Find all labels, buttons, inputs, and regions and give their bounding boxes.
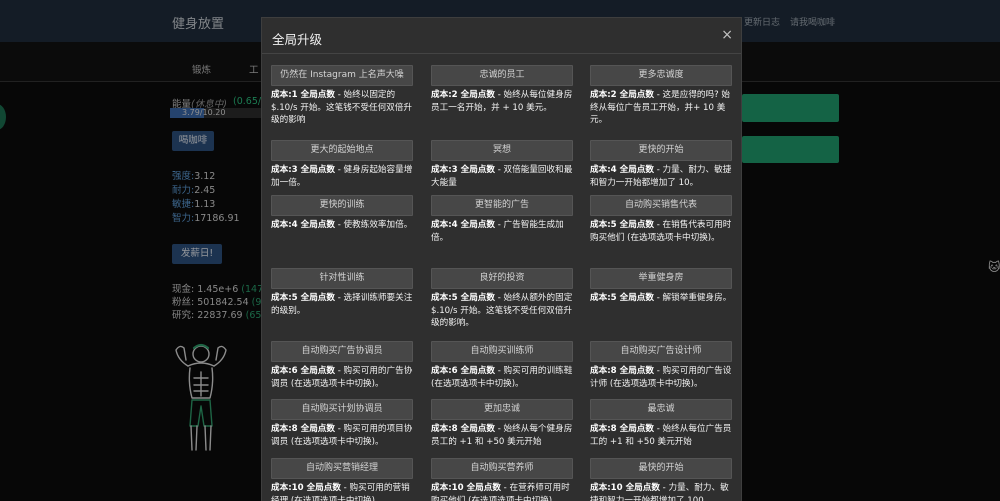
upgrade-description: 成本:6 全局点数 - 购买可用的广告协调员 (在选项选项卡中切换)。	[271, 365, 413, 390]
upgrade-card: 自动购买广告设计师成本:8 全局点数 - 购买可用的广告设计师 (在选项选项卡中…	[590, 341, 732, 390]
upgrade-cost: 成本:3 全局点数	[271, 165, 335, 175]
upgrade-description: 成本:10 全局点数 - 力量、耐力、敏捷和智力一开始都增加了 100。	[590, 482, 732, 501]
upgrade-description: 成本:4 全局点数 - 使教练效率加倍。	[271, 219, 413, 232]
global-upgrades-modal: 全局升级 × 仍然在 Instagram 上名声大噪成本:1 全局点数 - 始终…	[261, 17, 742, 501]
upgrade-cost: 成本:8 全局点数	[431, 424, 495, 434]
upgrade-description: 成本:4 全局点数 - 广告智能生成加倍。	[431, 219, 573, 244]
upgrade-buy-button[interactable]: 自动购买销售代表	[590, 195, 732, 216]
upgrade-cost: 成本:1 全局点数	[271, 90, 335, 100]
upgrade-effect-text: - 使教练效率加倍。	[334, 220, 413, 230]
upgrade-description: 成本:1 全局点数 - 始终以固定的 $.10/s 开始。这笔钱不受任何双倍升级…	[271, 89, 413, 127]
upgrade-card: 更快的开始成本:4 全局点数 - 力量、耐力、敏捷和智力一开始都增加了 10。	[590, 140, 732, 189]
upgrade-buy-button[interactable]: 忠诚的员工	[431, 65, 573, 86]
upgrade-buy-button[interactable]: 最快的开始	[590, 458, 732, 479]
upgrade-card: 忠诚的员工成本:2 全局点数 - 始终从每位健身房员工一名开始，并 + 10 美…	[431, 65, 573, 114]
upgrade-cost: 成本:2 全局点数	[431, 90, 495, 100]
upgrade-cost: 成本:4 全局点数	[431, 220, 495, 230]
upgrade-cost: 成本:8 全局点数	[590, 366, 654, 376]
upgrade-buy-button[interactable]: 更快的开始	[590, 140, 732, 161]
upgrade-buy-button[interactable]: 更智能的广告	[431, 195, 573, 216]
upgrade-description: 成本:8 全局点数 - 始终从每位广告员工的 +1 和 +50 美元开始	[590, 423, 732, 448]
upgrade-card: 自动购买营销经理 成本:10 全局点数 - 购买可用的营销经理 (在选项选项卡中切…	[271, 458, 413, 501]
upgrade-description: 成本:8 全局点数 - 购买可用的广告设计师 (在选项选项卡中切换)。	[590, 365, 732, 390]
upgrade-card: 针对性训练成本:5 全局点数 - 选择训练师要关注的级别。	[271, 268, 413, 317]
upgrade-buy-button[interactable]: 自动购买训练师	[431, 341, 573, 362]
upgrade-buy-button[interactable]: 最忠诚	[590, 399, 732, 420]
modal-title: 全局升级	[272, 32, 323, 47]
upgrade-card: 冥想成本:3 全局点数 - 双倍能量回收和最大能量	[431, 140, 573, 189]
upgrade-cost: 成本:5 全局点数	[590, 293, 654, 303]
upgrade-description: 成本:6 全局点数 - 购买可用的训练鞋 (在选项选项卡中切换)。	[431, 365, 573, 390]
upgrade-description: 成本:10 全局点数 - 购买可用的营销经理 (在选项选项卡中切换)。	[271, 482, 413, 501]
upgrade-buy-button[interactable]: 更加忠诚	[431, 399, 573, 420]
upgrade-cost: 成本:4 全局点数	[271, 220, 335, 230]
upgrade-description: 成本:2 全局点数 - 这是应得的吗? 始终从每位广告员工开始，并+ 10 美元…	[590, 89, 732, 127]
upgrade-card: 最快的开始成本:10 全局点数 - 力量、耐力、敏捷和智力一开始都增加了 100…	[590, 458, 732, 501]
upgrade-buy-button[interactable]: 自动购买营养师	[431, 458, 573, 479]
upgrade-description: 成本:5 全局点数 - 解锁举重健身房。	[590, 292, 732, 305]
upgrade-card: 举重健身房成本:5 全局点数 - 解锁举重健身房。	[590, 268, 732, 305]
upgrade-description: 成本:2 全局点数 - 始终从每位健身房员工一名开始，并 + 10 美元。	[431, 89, 573, 114]
upgrade-cost: 成本:5 全局点数	[590, 220, 654, 230]
upgrade-description: 成本:5 全局点数 - 始终从额外的固定 $.10/s 开始。这笔钱不受任何双倍…	[431, 292, 573, 330]
upgrade-cost: 成本:10 全局点数	[590, 483, 660, 493]
upgrade-buy-button[interactable]: 自动购买计划协调员	[271, 399, 413, 420]
upgrade-card: 仍然在 Instagram 上名声大噪成本:1 全局点数 - 始终以固定的 $.…	[271, 65, 413, 127]
upgrade-buy-button[interactable]: 自动购买广告设计师	[590, 341, 732, 362]
upgrade-cost: 成本:8 全局点数	[590, 424, 654, 434]
upgrade-buy-button[interactable]: 更快的训练	[271, 195, 413, 216]
upgrade-description: 成本:8 全局点数 - 始终从每个健身房员工的 +1 和 +50 美元开始	[431, 423, 573, 448]
upgrade-buy-button[interactable]: 更大的起始地点	[271, 140, 413, 161]
upgrade-card: 更加忠诚成本:8 全局点数 - 始终从每个健身房员工的 +1 和 +50 美元开…	[431, 399, 573, 448]
upgrade-card: 更智能的广告成本:4 全局点数 - 广告智能生成加倍。	[431, 195, 573, 244]
close-icon[interactable]: ×	[721, 27, 733, 43]
upgrade-description: 成本:3 全局点数 - 双倍能量回收和最大能量	[431, 164, 573, 189]
upgrade-buy-button[interactable]: 冥想	[431, 140, 573, 161]
upgrade-card: 更大的起始地点成本:3 全局点数 - 健身房起始容量增加一倍。	[271, 140, 413, 189]
upgrade-card: 最忠诚成本:8 全局点数 - 始终从每位广告员工的 +1 和 +50 美元开始	[590, 399, 732, 448]
upgrade-card: 自动购买计划协调员成本:8 全局点数 - 购买可用的项目协调员 (在选项选项卡中…	[271, 399, 413, 448]
upgrade-cost: 成本:2 全局点数	[590, 90, 654, 100]
upgrade-description: 成本:10 全局点数 - 在营养师可用时购买他们 (在选项选项卡中切换)。	[431, 482, 573, 501]
upgrade-description: 成本:8 全局点数 - 购买可用的项目协调员 (在选项选项卡中切换)。	[271, 423, 413, 448]
upgrade-description: 成本:5 全局点数 - 选择训练师要关注的级别。	[271, 292, 413, 317]
upgrade-cost: 成本:3 全局点数	[431, 165, 495, 175]
upgrade-effect-text: - 解锁举重健身房。	[653, 293, 732, 303]
upgrade-cost: 成本:4 全局点数	[590, 165, 654, 175]
upgrade-description: 成本:3 全局点数 - 健身房起始容量增加一倍。	[271, 164, 413, 189]
upgrade-card: 自动购买广告协调员成本:6 全局点数 - 购买可用的广告协调员 (在选项选项卡中…	[271, 341, 413, 390]
upgrade-card: 自动购买训练师成本:6 全局点数 - 购买可用的训练鞋 (在选项选项卡中切换)。	[431, 341, 573, 390]
upgrade-description: 成本:4 全局点数 - 力量、耐力、敏捷和智力一开始都增加了 10。	[590, 164, 732, 189]
upgrade-description: 成本:5 全局点数 - 在销售代表可用时购买他们 (在选项选项卡中切换)。	[590, 219, 732, 244]
upgrade-buy-button[interactable]: 更多忠诚度	[590, 65, 732, 86]
upgrade-card: 更多忠诚度成本:2 全局点数 - 这是应得的吗? 始终从每位广告员工开始，并+ …	[590, 65, 732, 127]
upgrade-buy-button[interactable]: 举重健身房	[590, 268, 732, 289]
upgrade-card: 自动购买营养师 成本:10 全局点数 - 在营养师可用时购买他们 (在选项选项卡中…	[431, 458, 573, 501]
upgrade-buy-button[interactable]: 仍然在 Instagram 上名声大噪	[271, 65, 413, 86]
upgrade-buy-button[interactable]: 良好的投资	[431, 268, 573, 289]
upgrade-cost: 成本:6 全局点数	[431, 366, 495, 376]
upgrade-buy-button[interactable]: 自动购买营销经理	[271, 458, 413, 479]
upgrade-card: 更快的训练成本:4 全局点数 - 使教练效率加倍。	[271, 195, 413, 232]
upgrade-card: 良好的投资成本:5 全局点数 - 始终从额外的固定 $.10/s 开始。这笔钱不…	[431, 268, 573, 330]
upgrade-buy-button[interactable]: 针对性训练	[271, 268, 413, 289]
upgrade-cost: 成本:10 全局点数	[271, 483, 341, 493]
upgrade-cost: 成本:6 全局点数	[271, 366, 335, 376]
upgrade-card: 自动购买销售代表成本:5 全局点数 - 在销售代表可用时购买他们 (在选项选项卡…	[590, 195, 732, 244]
upgrade-buy-button[interactable]: 自动购买广告协调员	[271, 341, 413, 362]
upgrade-cost: 成本:8 全局点数	[271, 424, 335, 434]
upgrade-cost: 成本:10 全局点数	[431, 483, 501, 493]
modal-header: 全局升级 ×	[262, 18, 741, 54]
upgrade-cost: 成本:5 全局点数	[431, 293, 495, 303]
upgrade-cost: 成本:5 全局点数	[271, 293, 335, 303]
